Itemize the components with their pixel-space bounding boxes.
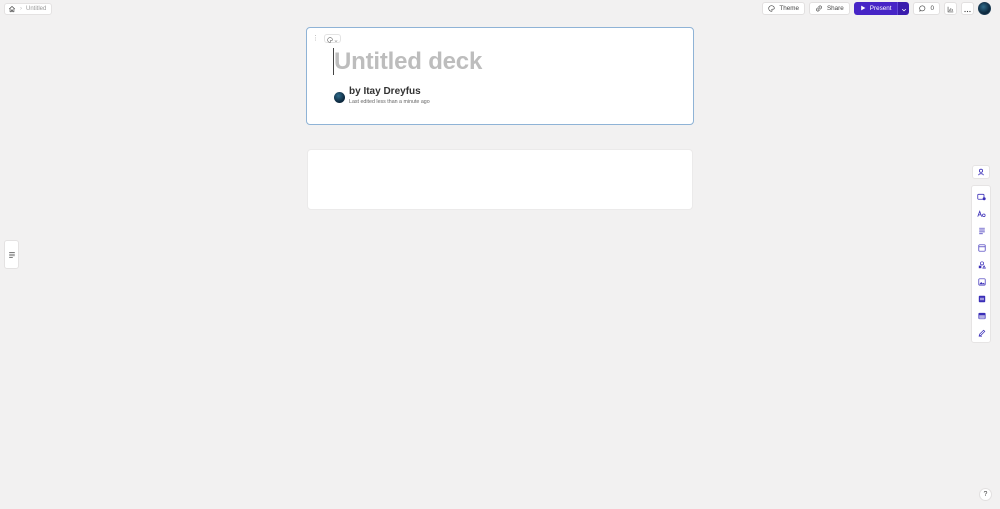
play-icon — [860, 5, 866, 13]
home-icon[interactable] — [8, 5, 16, 13]
author-avatar — [334, 92, 345, 103]
user-avatar[interactable] — [978, 2, 991, 15]
present-label: Present — [869, 5, 892, 12]
share-button[interactable]: Share — [808, 2, 850, 15]
chart-icon — [947, 0, 954, 18]
text-style-icon[interactable] — [977, 209, 986, 218]
card-handle: ⋮ — [312, 34, 341, 43]
user-pin-icon — [977, 163, 985, 181]
present-button[interactable]: Present — [853, 2, 898, 15]
theme-button[interactable]: Theme — [762, 2, 805, 15]
top-bar: › Untitled Theme Share Present 0 — [0, 0, 1000, 17]
palette-icon — [768, 5, 775, 12]
edit-icon[interactable] — [977, 328, 986, 337]
doc-title-breadcrumb[interactable]: Untitled — [26, 6, 46, 12]
chevron-down-icon — [334, 30, 338, 48]
toolbar-right: Theme Share Present 0 — [762, 2, 991, 15]
deck-title-input[interactable]: Untitled deck — [333, 48, 482, 75]
chevron-down-icon — [901, 2, 907, 15]
comments-button[interactable]: 0 — [913, 2, 940, 15]
last-edited-text: Last edited less than a minute ago — [349, 99, 430, 105]
table-icon[interactable] — [977, 311, 986, 320]
layout-icon[interactable] — [977, 243, 986, 252]
text-block-icon[interactable] — [977, 226, 986, 235]
insert-toolbar — [971, 185, 991, 343]
comment-icon — [919, 5, 926, 12]
present-button-group: Present — [853, 2, 910, 15]
help-button[interactable]: ? — [979, 488, 992, 501]
embed-icon[interactable] — [977, 294, 986, 303]
breadcrumb: › Untitled — [4, 3, 53, 15]
title-card[interactable]: ⋮ Untitled deck by Itay Dreyfus Last edi… — [306, 27, 694, 125]
shapes-icon[interactable] — [977, 260, 986, 269]
outline-toggle-button[interactable] — [4, 240, 19, 269]
author-name: by Itay Dreyfus — [349, 86, 421, 97]
breadcrumb-separator-icon: › — [20, 6, 22, 12]
byline-text: by Itay Dreyfus Last edited less than a … — [349, 86, 430, 105]
more-options-button[interactable] — [961, 2, 974, 15]
share-label: Share — [826, 5, 844, 12]
card-style-button[interactable] — [324, 34, 341, 43]
theme-label: Theme — [779, 5, 799, 12]
share-link-icon — [815, 5, 823, 12]
palette-icon — [327, 30, 333, 48]
comments-count: 0 — [930, 5, 934, 12]
more-horizontal-icon — [964, 0, 971, 18]
drag-handle-icon[interactable]: ⋮ — [312, 35, 319, 42]
present-options-button[interactable] — [897, 2, 910, 15]
byline: by Itay Dreyfus Last edited less than a … — [334, 86, 430, 105]
blank-card[interactable] — [307, 149, 693, 210]
image-icon[interactable] — [977, 277, 986, 286]
outline-icon — [8, 246, 16, 264]
insert-card-icon[interactable] — [977, 192, 986, 201]
ai-assistant-button[interactable] — [972, 165, 990, 179]
analytics-button[interactable] — [944, 2, 957, 15]
